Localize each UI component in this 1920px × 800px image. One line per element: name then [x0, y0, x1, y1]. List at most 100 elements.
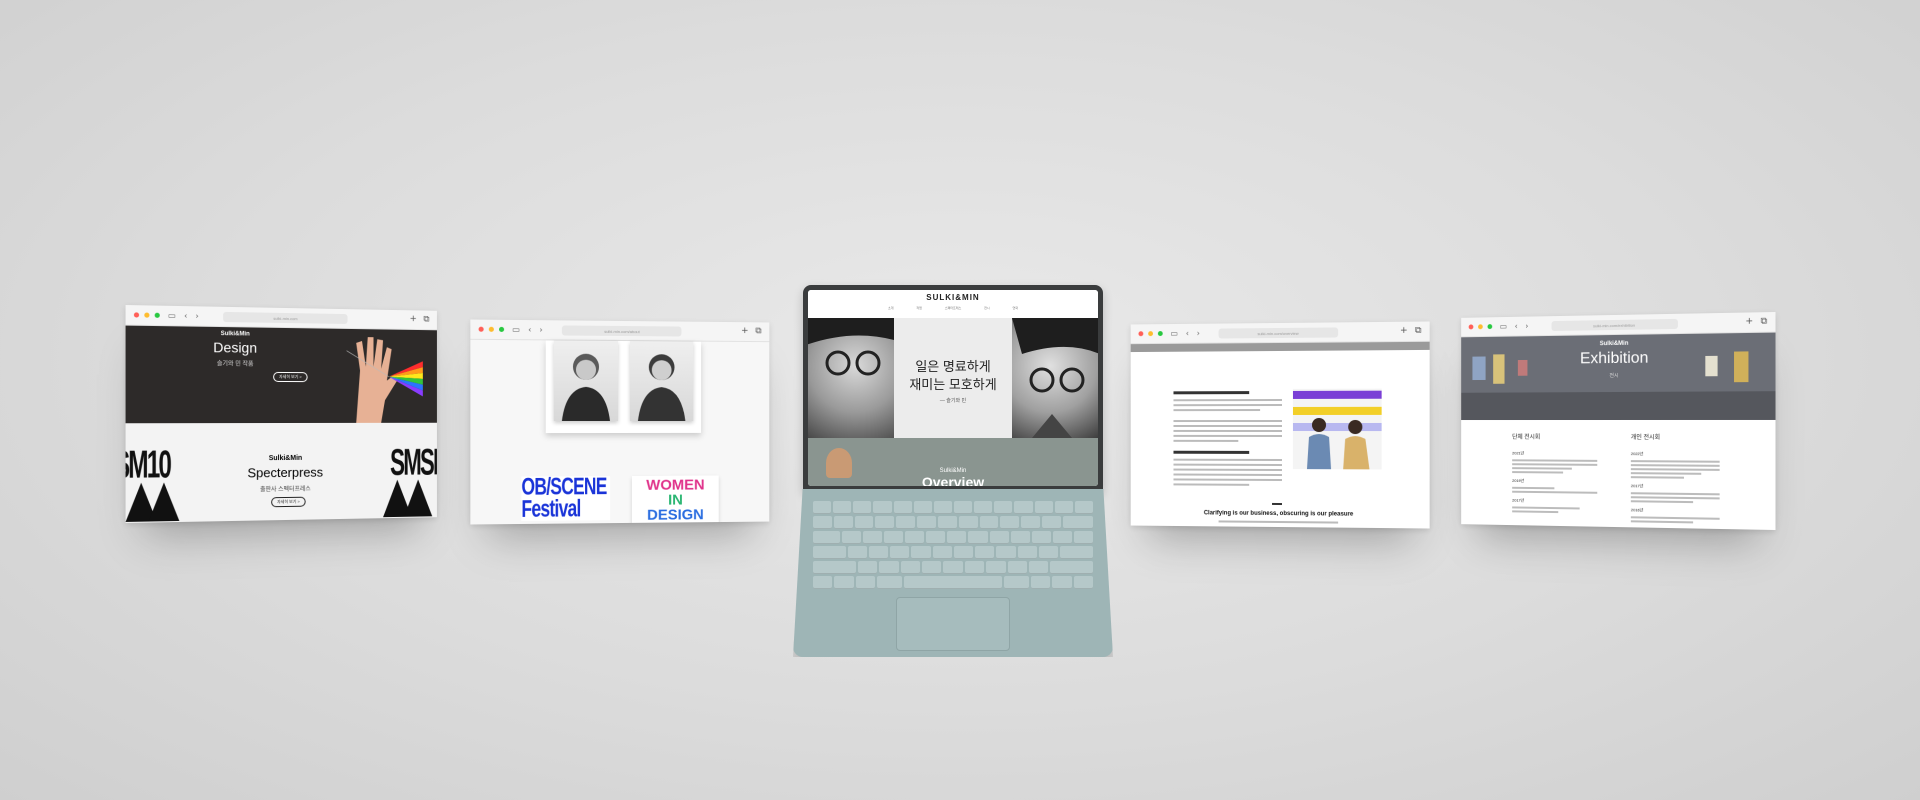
tabs-icon[interactable]: ⧉ — [423, 314, 429, 324]
forward-icon[interactable]: › — [1525, 322, 1528, 330]
close-dot-icon[interactable] — [134, 312, 139, 317]
studio-photo — [1293, 389, 1382, 470]
close-dot-icon[interactable] — [1469, 324, 1474, 329]
wid-line-1: WOMEN — [632, 477, 719, 492]
close-dot-icon[interactable] — [479, 327, 484, 332]
new-tab-icon[interactable]: + — [410, 314, 417, 324]
year-label: 2017년 — [1512, 498, 1597, 505]
portrait-right-face — [1012, 318, 1098, 438]
overview-section: Sulki&Min Overview — [808, 438, 1098, 486]
menu-item[interactable]: 소개 — [888, 306, 894, 310]
group-exhibitions-title: 단체 전시회 — [1512, 432, 1597, 441]
close-dot-icon[interactable] — [1138, 331, 1143, 336]
laptop-device: SULKI&MIN 소개 작업 스펙터프레스 전시 연락 일은 명료하게 재미는… — [793, 285, 1113, 657]
site-menu: 소개 작업 스펙터프레스 전시 연락 — [888, 306, 1018, 310]
avatar — [826, 448, 852, 478]
minimize-dot-icon[interactable] — [144, 313, 149, 318]
site-logo[interactable]: SULKI&MIN — [808, 293, 1098, 302]
menu-item[interactable]: 작업 — [916, 306, 922, 310]
lower-brand: Sulki&Min — [188, 454, 381, 463]
solo-exhibitions-title: 개인 전시회 — [1631, 432, 1720, 441]
obscene-festival-poster[interactable]: OB/SCENE Festival — [521, 476, 610, 524]
menu-item[interactable]: 스펙터프레스 — [945, 306, 962, 310]
tabs-icon[interactable]: ⧉ — [1760, 316, 1767, 326]
forward-icon[interactable]: › — [539, 326, 542, 334]
text-block-1 — [1173, 391, 1282, 445]
exhibition-subtitle: 전시 — [1461, 371, 1775, 381]
address-bar[interactable]: sulki-min.com/overview — [1219, 327, 1339, 338]
tabs-icon[interactable]: ⧉ — [1415, 326, 1422, 336]
minimize-dot-icon[interactable] — [1148, 331, 1153, 336]
solo-exhibitions-column: 개인 전시회 2022년 2017년 2016년 — [1631, 432, 1720, 526]
obscene-poster-text: OB/SCENE Festival — [521, 476, 610, 521]
year-label: 2021년 — [1512, 450, 1597, 456]
address-bar[interactable]: sulki-min.com/exhibition — [1552, 319, 1678, 331]
mockup-stage: ▭ ‹ › sulki-min.com + ⧉ Sulki&Min Design … — [0, 0, 1920, 800]
address-bar[interactable]: sulki-min.com/about — [562, 325, 682, 336]
maximize-dot-icon[interactable] — [155, 313, 160, 318]
browser-window-overview[interactable]: ▭ ‹ › sulki-min.com/overview + ⧉ Clarify… — [1131, 321, 1430, 528]
sidebar-icon[interactable]: ▭ — [1171, 329, 1178, 337]
new-tab-icon[interactable]: + — [1400, 326, 1408, 336]
tagline: Clarifying is our business, obscuring is… — [1131, 510, 1430, 519]
forward-icon[interactable]: › — [195, 312, 198, 320]
maximize-dot-icon[interactable] — [1487, 324, 1492, 329]
menu-item[interactable]: 전시 — [984, 306, 990, 310]
specterpress-section: ISM10 Sulki&Min Specterpress 출판사 스펙터프레스 … — [126, 423, 437, 523]
headline-line-2: 재미는 모호하게 — [888, 376, 1018, 394]
minimize-dot-icon[interactable] — [1478, 324, 1483, 329]
back-icon[interactable]: ‹ — [528, 326, 531, 334]
back-icon[interactable]: ‹ — [1515, 322, 1518, 330]
left-display-type: ISM10 — [126, 444, 170, 489]
portrait-left — [554, 340, 618, 421]
minimize-dot-icon[interactable] — [489, 327, 494, 332]
back-icon[interactable]: ‹ — [1186, 329, 1189, 337]
forward-icon[interactable]: › — [1197, 329, 1200, 337]
exhibition-body: 단체 전시회 2021년 2019년 2017년 개인 전시회 2022년 20… — [1461, 420, 1775, 530]
browser-toolbar: ▭ ‹ › sulki-min.com/about + ⧉ — [470, 320, 769, 343]
tabs-icon[interactable]: ⧉ — [755, 326, 761, 336]
address-bar[interactable]: sulki-min.com — [223, 312, 347, 324]
year-label: 2016년 — [1631, 507, 1720, 514]
new-tab-icon[interactable]: + — [741, 326, 748, 336]
browser-window-about[interactable]: ▭ ‹ › sulki-min.com/about + ⧉ OB/SCENE Fe… — [470, 320, 769, 525]
menu-item[interactable]: 연락 — [1012, 306, 1018, 310]
lower-subtitle: 출판사 스펙터프레스 — [188, 483, 381, 495]
hero-more-button[interactable]: 자세히 보기 > — [273, 372, 307, 382]
group-exhibitions-column: 단체 전시회 2021년 2019년 2017년 — [1512, 432, 1597, 516]
portrait-right — [630, 341, 693, 421]
back-icon[interactable]: ‹ — [184, 312, 187, 320]
year-label: 2022년 — [1631, 451, 1720, 458]
divider — [1272, 503, 1282, 505]
keyboard — [813, 501, 1093, 591]
sidebar-icon[interactable]: ▭ — [168, 311, 176, 319]
tagline-subtext — [1219, 520, 1339, 523]
site-nav: SULKI&MIN 소개 작업 스펙터프레스 전시 연락 — [808, 290, 1098, 318]
left-shape-2 — [148, 482, 179, 521]
maximize-dot-icon[interactable] — [1158, 331, 1163, 336]
sidebar-icon[interactable]: ▭ — [1500, 322, 1507, 330]
new-tab-icon[interactable]: + — [1745, 317, 1753, 327]
sidebar-icon[interactable]: ▭ — [512, 325, 520, 333]
exhibition-brand: Sulki&Min — [1461, 339, 1775, 349]
trackpad[interactable] — [896, 597, 1010, 651]
lower-more-button[interactable]: 자세히 보기 > — [271, 497, 306, 508]
hero-subtitle: 슬기와 민 작품 — [126, 357, 341, 368]
laptop-screen[interactable]: SULKI&MIN 소개 작업 스펙터프레스 전시 연락 일은 명료하게 재미는… — [808, 290, 1098, 486]
maximize-dot-icon[interactable] — [499, 327, 504, 332]
prism-hand-image — [347, 331, 423, 423]
overview-body: Clarifying is our business, obscuring is… — [1131, 350, 1430, 529]
women-in-design-poster[interactable]: WOMEN IN DESIGN — [632, 475, 719, 524]
wid-line-3: DESIGN — [632, 507, 719, 523]
browser-window-design[interactable]: ▭ ‹ › sulki-min.com + ⧉ Sulki&Min Design … — [126, 305, 437, 523]
browser-toolbar: ▭ ‹ › sulki-min.com/overview + ⧉ — [1131, 321, 1430, 344]
browser-window-exhibition[interactable]: ▭ ‹ › sulki-min.com/exhibition + ⧉ Sulki&… — [1461, 312, 1775, 530]
hero-title: Design — [126, 338, 341, 357]
headline: 일은 명료하게 재미는 모호하게 — 슬기와 민 — [888, 358, 1018, 408]
lower-title: Specterpress — [188, 464, 381, 481]
year-label: 2019년 — [1512, 478, 1597, 485]
laptop-base — [793, 489, 1113, 657]
right-display-type: SMSM — [390, 442, 437, 485]
about-body: OB/SCENE Festival WOMEN IN DESIGN — [470, 340, 769, 525]
design-hero: Sulki&Min Design 슬기와 민 작품 자세히 보기 > — [126, 326, 437, 424]
